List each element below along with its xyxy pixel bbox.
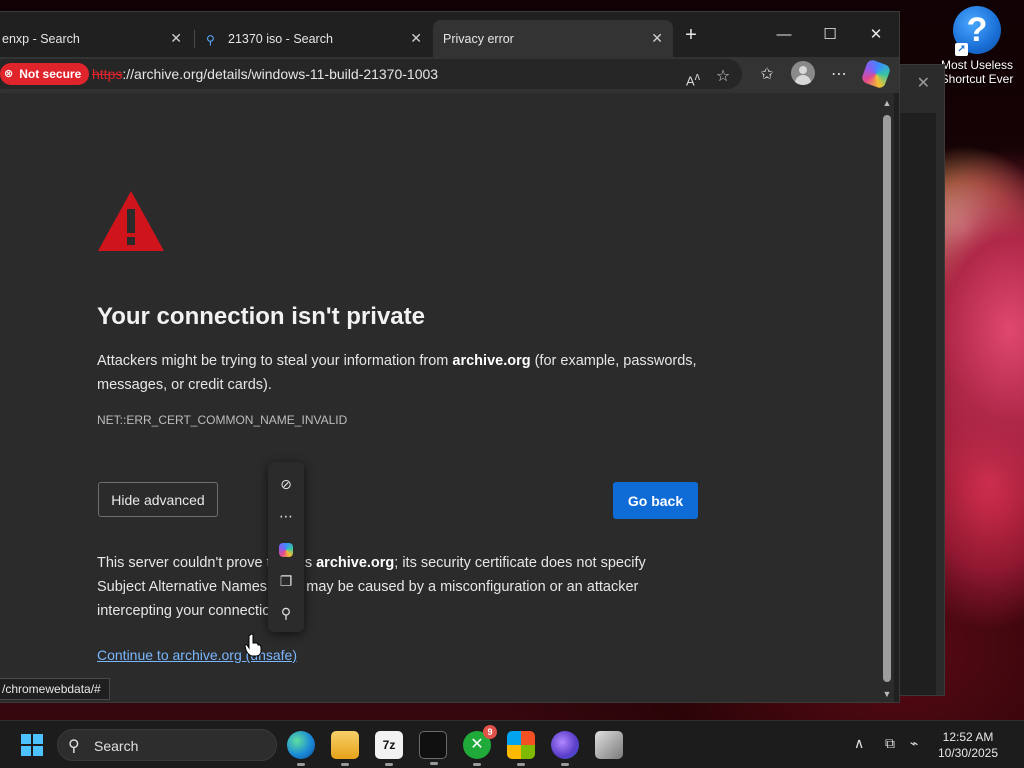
windows-logo-icon [21,734,31,744]
tab-label: 21370 iso - Search [228,31,333,46]
clock-date: 10/30/2025 [937,746,999,760]
notification-badge: 9 [483,725,497,739]
maximize-button[interactable]: ☐ [807,20,853,50]
app-icon[interactable] [551,731,579,766]
close-window-button[interactable]: ✕ [853,20,899,50]
start-button[interactable] [21,734,43,756]
show-hidden-icons-chevron-icon[interactable]: ∧ [854,735,864,752]
new-tab-button[interactable]: + [680,24,702,46]
7zip-icon[interactable]: 7z [375,731,403,766]
read-aloud-icon[interactable]: Aʌ [682,66,704,88]
warning-triangle-icon [98,191,164,251]
close-tab-icon[interactable]: ✕ [410,30,422,47]
desktop-icon-label: Most Useless Shortcut Ever [940,58,1014,86]
status-bar-url: /chromewebdata/# [0,678,110,700]
tab-strip: enxp - Search ✕ ⚲ 21370 iso - Search ✕ P… [0,12,899,57]
close-tab-icon[interactable]: ✕ [651,30,663,47]
tab-separator [194,30,195,48]
browser-toolbar: ⊗ Not secure https://archive.org/details… [0,57,899,93]
error-description: Attackers might be trying to steal your … [97,349,707,397]
scrollbar-thumb[interactable] [883,115,891,682]
minimize-button[interactable]: — [761,20,807,50]
tab-search-1[interactable]: enxp - Search ✕ [0,20,192,57]
continue-unsafe-link[interactable]: Continue to archive.org (unsafe) [97,647,297,663]
close-tab-icon[interactable]: ✕ [170,30,182,47]
host-name: archive.org [316,555,395,571]
profile-avatar[interactable] [791,61,815,85]
favorite-star-icon[interactable]: ☆ [712,66,734,88]
desktop-shortcut-icon[interactable]: ? ↗ Most Useless Shortcut Ever [934,6,1020,86]
url-text[interactable]: https://archive.org/details/windows-11-b… [92,66,438,82]
edge-icon[interactable] [287,731,315,766]
vertical-scrollbar[interactable]: ▲ ▼ [880,93,894,702]
network-icon[interactable]: ⌁ [910,735,918,752]
scroll-down-icon[interactable]: ▼ [882,689,892,699]
windows-logo-icon [33,734,43,744]
taskbar: ⚲ Search 7z ✕ 9 ∧ ⧉ ⌁ 12:52 AM 10/30/2025 [0,720,1024,768]
selection-mini-menu: ⊘ ⋯ ❐ ⚲ [268,462,304,632]
package-icon[interactable] [595,731,623,759]
go-back-button[interactable]: Go back [613,482,698,519]
host-name: archive.org [452,353,531,369]
favorites-icon[interactable]: ✩ [756,64,778,86]
copilot-icon[interactable] [860,58,892,90]
tab-search-2[interactable]: ⚲ 21370 iso - Search ✕ [196,20,432,57]
warning-circle-icon: ⊗ [4,68,14,80]
not-secure-badge[interactable]: ⊗ Not secure [0,63,90,85]
close-icon[interactable]: ✕ [917,73,930,93]
tab-label: Privacy error [443,31,514,46]
not-secure-label: Not secure [19,67,82,81]
more-menu-icon[interactable]: ⋯ [828,64,850,86]
scroll-up-icon[interactable]: ▲ [882,98,892,108]
search-icon: ⚲ [206,32,215,47]
browser-window: enxp - Search ✕ ⚲ 21370 iso - Search ✕ P… [0,11,900,703]
tab-privacy-error[interactable]: Privacy error ✕ [433,20,673,57]
display-icon[interactable]: ⧉ [885,735,895,752]
clock-time: 12:52 AM [942,730,994,744]
text-fragment: Attackers might be trying to steal your … [97,353,453,369]
store-icon[interactable] [507,731,535,766]
search-icon: ⚲ [68,738,80,755]
search-icon[interactable]: ⚲ [276,603,296,623]
windows-logo-icon [21,746,31,756]
help-icon: ? ↗ [953,6,1001,56]
address-bar[interactable]: ⊗ Not secure https://archive.org/details… [0,59,742,89]
error-page: Your connection isn't private Attackers … [0,93,880,702]
hide-eye-icon[interactable]: ⊘ [276,474,296,494]
hide-advanced-button[interactable]: Hide advanced [98,482,218,517]
terminal-icon[interactable] [419,731,447,765]
error-code[interactable]: NET::ERR_CERT_COMMON_NAME_INVALID [97,413,347,427]
copilot-icon[interactable] [279,543,293,557]
shortcut-arrow-icon: ↗ [955,43,968,56]
tab-label: enxp - Search [2,31,80,46]
copy-icon[interactable]: ❐ [276,571,296,591]
system-clock[interactable]: 12:52 AM 10/30/2025 [928,729,1008,761]
file-explorer-icon[interactable] [331,731,359,766]
windows-logo-icon [33,746,43,756]
taskbar-search-label: Search [94,738,139,754]
url-protocol: https [92,66,123,82]
hand-pointer-icon [244,633,262,657]
more-options-icon[interactable]: ⋯ [276,506,296,526]
xbox-icon[interactable]: ✕ 9 [463,725,497,766]
advanced-details: This server couldn't prove that it's arc… [97,551,697,623]
taskbar-search[interactable]: ⚲ Search [57,729,277,761]
url-path: ://archive.org/details/windows-11-build-… [122,66,439,82]
page-title: Your connection isn't private [97,303,425,330]
